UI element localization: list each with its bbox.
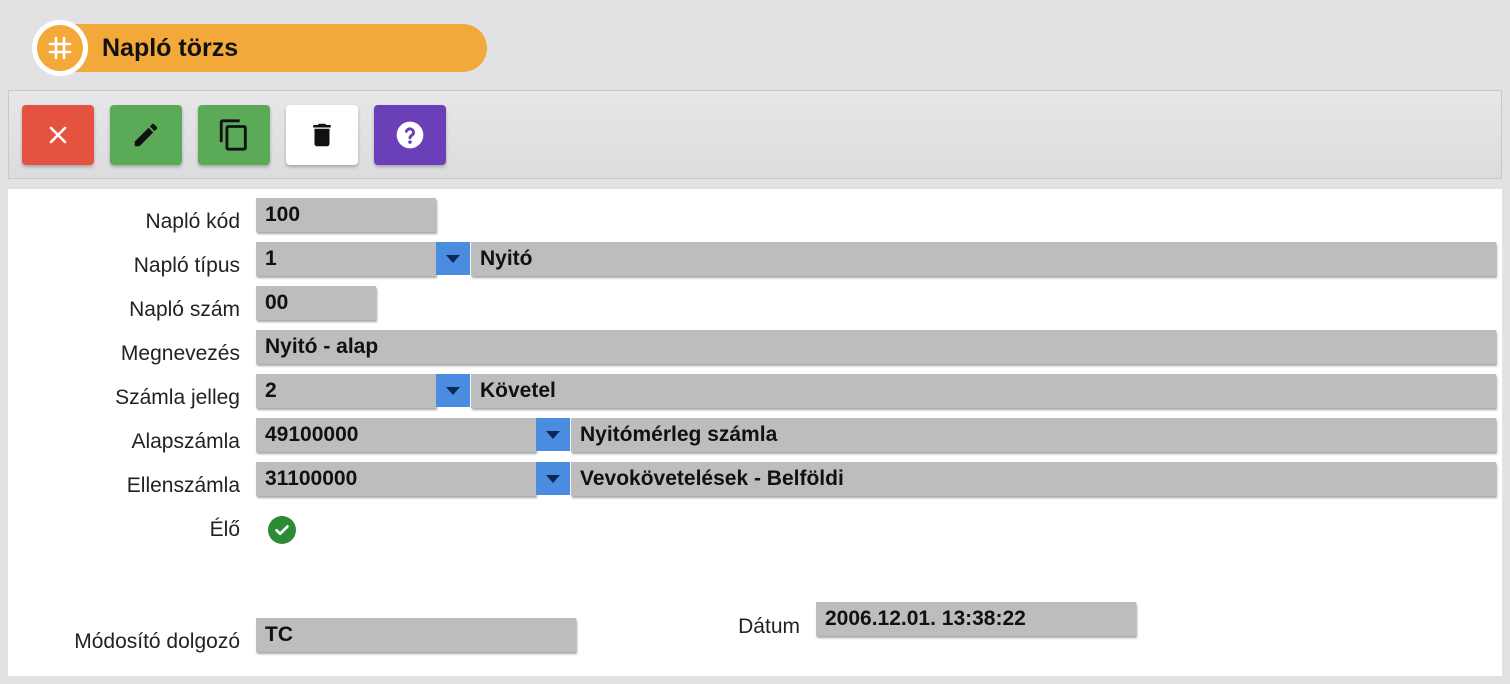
szamla-jelleg-label: Számla jelleg bbox=[115, 386, 240, 409]
page-title: Napló törzs bbox=[102, 34, 239, 62]
close-icon bbox=[49, 126, 67, 144]
megnevezes-field[interactable]: Nyitó - alap bbox=[256, 330, 1496, 364]
ellenszamla-label: Ellenszámla bbox=[126, 474, 240, 497]
elo-checkbox[interactable] bbox=[268, 516, 296, 544]
elo-label: Élő bbox=[209, 518, 240, 541]
ellenszamla-text-field: Vevokövetelések - Belföldi bbox=[571, 462, 1496, 496]
edit-button[interactable] bbox=[110, 105, 182, 165]
szamla-jelleg-code-field[interactable]: 2 bbox=[256, 374, 436, 408]
alapszamla-text-field: Nyitómérleg számla bbox=[571, 418, 1496, 452]
copy-icon bbox=[219, 119, 247, 151]
ellenszamla-code-field[interactable]: 31100000 bbox=[256, 462, 536, 496]
alapszamla-label: Alapszámla bbox=[131, 430, 240, 453]
delete-button[interactable] bbox=[286, 105, 358, 165]
naplo-kod-field[interactable]: 100 bbox=[256, 198, 436, 232]
pencil-icon bbox=[134, 123, 158, 147]
ellenszamla-dropdown-button[interactable] bbox=[536, 462, 570, 495]
naplo-tipus-dropdown-button[interactable] bbox=[436, 242, 470, 275]
naplo-szam-label: Napló szám bbox=[129, 298, 240, 321]
szamla-jelleg-text-field: Követel bbox=[471, 374, 1496, 408]
naplo-kod-label: Napló kód bbox=[145, 210, 240, 233]
help-button[interactable] bbox=[374, 105, 446, 165]
trash-icon bbox=[313, 123, 331, 147]
copy-button[interactable] bbox=[198, 105, 270, 165]
help-icon bbox=[396, 121, 424, 149]
naplo-szam-field[interactable]: 00 bbox=[256, 286, 376, 320]
alapszamla-dropdown-button[interactable] bbox=[536, 418, 570, 451]
datum-field: 2006.12.01. 13:38:22 bbox=[816, 602, 1136, 636]
megnevezes-label: Megnevezés bbox=[120, 342, 240, 365]
naplo-tipus-code-field[interactable]: 1 bbox=[256, 242, 436, 276]
modosito-field: TC bbox=[256, 618, 576, 652]
naplo-tipus-label: Napló típus bbox=[133, 254, 240, 277]
check-circle-icon bbox=[275, 525, 289, 536]
alapszamla-code-field[interactable]: 49100000 bbox=[256, 418, 536, 452]
datum-label: Dátum bbox=[738, 615, 800, 638]
modosito-label: Módosító dolgozó bbox=[74, 630, 240, 653]
naplo-tipus-text-field: Nyitó bbox=[471, 242, 1496, 276]
title-icon-badge bbox=[32, 20, 88, 76]
szamla-jelleg-dropdown-button[interactable] bbox=[436, 374, 470, 407]
hash-icon bbox=[48, 36, 72, 60]
close-button[interactable] bbox=[22, 105, 94, 165]
